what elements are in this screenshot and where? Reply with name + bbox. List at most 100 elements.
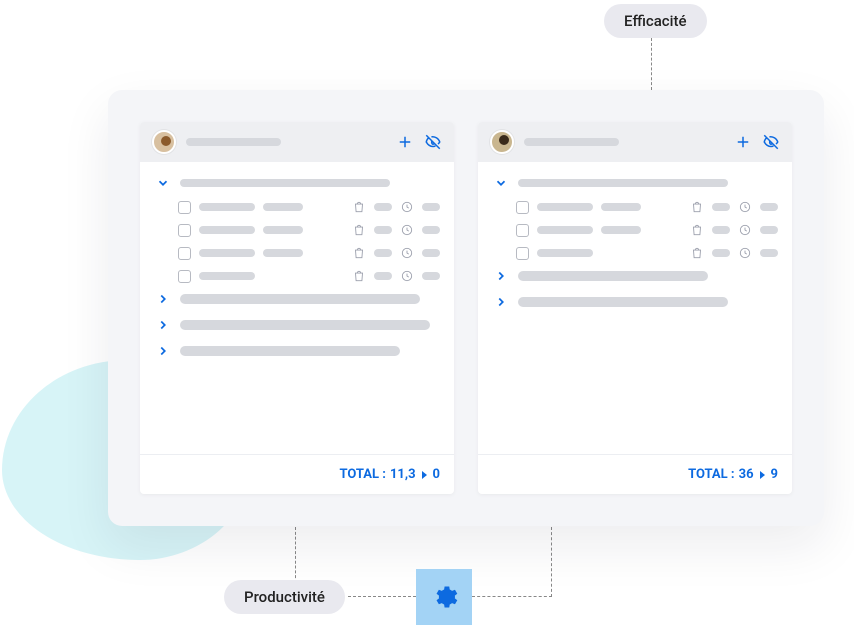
text-placeholder [263,203,303,211]
eye-off-icon [424,133,442,151]
eye-off-icon [762,133,780,151]
task-row[interactable] [492,223,778,237]
chevron-down-icon [494,176,508,190]
text-placeholder [601,203,641,211]
value-placeholder [422,272,440,280]
checkbox[interactable] [178,224,191,237]
clock-icon [738,200,752,214]
bag-icon [690,246,704,260]
group-header-collapsed[interactable] [154,292,440,306]
group-header-collapsed[interactable] [154,318,440,332]
value-placeholder [760,203,778,211]
add-button[interactable] [734,133,752,151]
clock-icon [400,200,414,214]
group-header-collapsed[interactable] [492,295,778,309]
group-title-placeholder [180,179,390,187]
text-placeholder [263,249,303,257]
avatar [152,130,176,154]
group-title-placeholder [518,297,728,307]
task-row[interactable] [154,223,440,237]
value-placeholder [422,249,440,257]
bag-icon [690,223,704,237]
checkbox[interactable] [178,247,191,260]
chevron-down-icon [156,176,170,190]
chevron-right-icon [156,292,170,306]
bag-icon [352,246,366,260]
bag-icon [352,269,366,283]
dashboard-panel: TOTAL : 11,3 0 [108,90,824,526]
user-card-right: TOTAL : 36 9 [478,122,792,494]
group-title-placeholder [180,346,400,356]
group-header-collapsed[interactable] [492,269,778,283]
text-placeholder [537,203,593,211]
group-header-expanded[interactable] [154,176,440,190]
checkbox[interactable] [516,224,529,237]
value-placeholder [712,203,730,211]
text-placeholder [537,226,593,234]
checkbox[interactable] [178,201,191,214]
checkbox[interactable] [178,270,191,283]
value-placeholder [712,249,730,257]
task-row[interactable] [492,200,778,214]
text-placeholder [537,249,593,257]
chevron-right-icon [156,344,170,358]
chevron-right-icon [494,269,508,283]
tag-efficacite: Efficacité [604,4,707,38]
task-row[interactable] [154,269,440,283]
gear-icon [430,583,458,611]
value-placeholder [422,203,440,211]
clock-icon [738,223,752,237]
task-row[interactable] [154,246,440,260]
user-name-placeholder [186,138,281,146]
text-placeholder [601,226,641,234]
card-header [478,122,792,162]
group-title-placeholder [180,320,430,330]
plus-icon [734,133,752,151]
text-placeholder [199,249,255,257]
group-title-placeholder [180,294,420,304]
card-footer: TOTAL : 11,3 0 [140,454,454,494]
hide-button[interactable] [762,133,780,151]
total-primary: 11,3 [390,467,416,482]
clock-icon [738,246,752,260]
connector-line [295,527,296,583]
group-title-placeholder [518,179,728,187]
checkbox[interactable] [516,247,529,260]
card-body [140,162,454,454]
chevron-right-icon [494,295,508,309]
gear-tile [416,569,472,625]
card-body [478,162,792,454]
arrow-right-icon [422,471,427,479]
checkbox[interactable] [516,201,529,214]
bag-icon [690,200,704,214]
value-placeholder [374,226,392,234]
chevron-right-icon [156,318,170,332]
text-placeholder [199,272,255,280]
arrow-right-icon [760,471,765,479]
value-placeholder [760,249,778,257]
total-secondary: 0 [433,467,440,482]
connector-line [551,527,552,597]
text-placeholder [199,226,255,234]
avatar [490,130,514,154]
value-placeholder [374,272,392,280]
task-row[interactable] [154,200,440,214]
text-placeholder [263,226,303,234]
total-secondary: 9 [771,467,778,482]
group-header-collapsed[interactable] [154,344,440,358]
group-header-expanded[interactable] [492,176,778,190]
tag-productivite: Productivité [224,580,345,614]
value-placeholder [712,226,730,234]
task-row[interactable] [492,246,778,260]
total-label: TOTAL : [688,467,734,482]
total-primary: 36 [739,467,754,482]
add-button[interactable] [396,133,414,151]
value-placeholder [374,203,392,211]
user-name-placeholder [524,138,619,146]
clock-icon [400,246,414,260]
connector-line [348,596,416,597]
bag-icon [352,200,366,214]
user-card-left: TOTAL : 11,3 0 [140,122,454,494]
value-placeholder [374,249,392,257]
hide-button[interactable] [424,133,442,151]
